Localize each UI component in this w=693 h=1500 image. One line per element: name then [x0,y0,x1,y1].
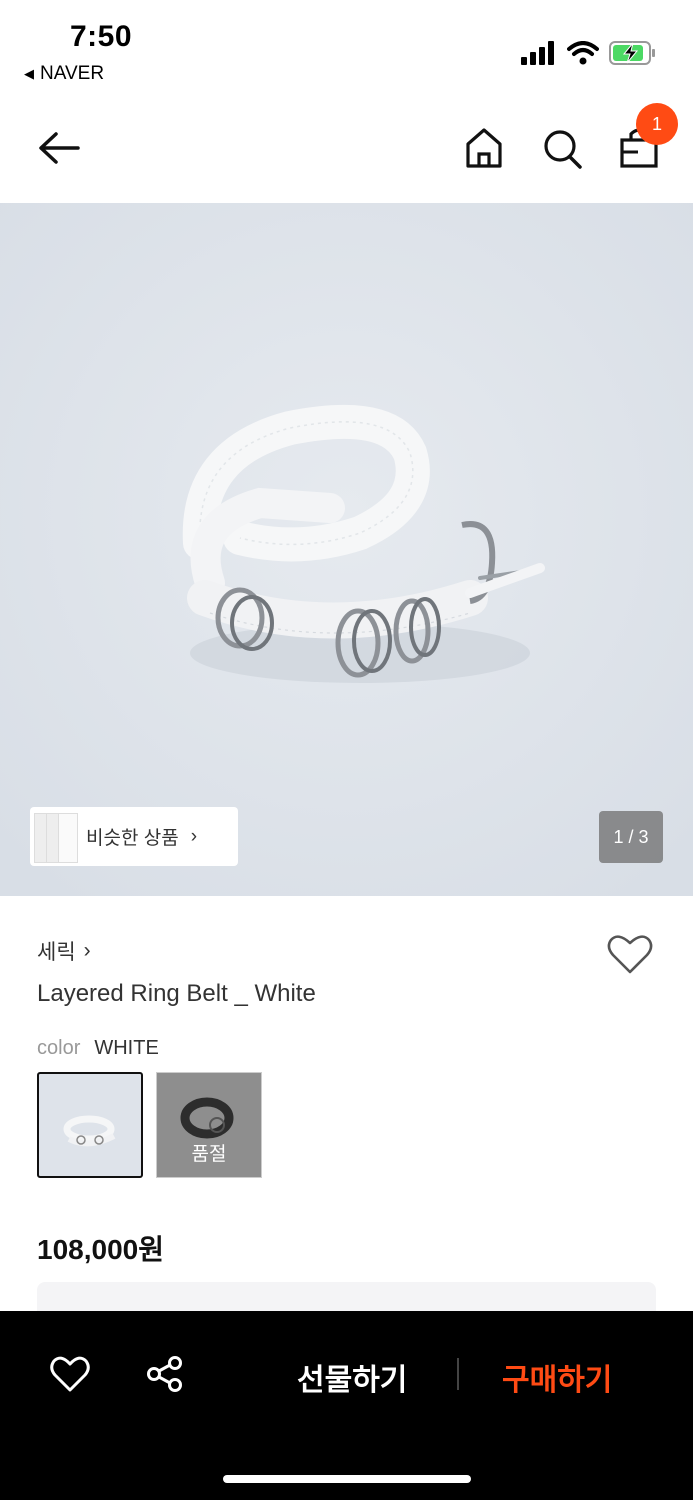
similar-thumbnails [30,807,86,866]
product-image-gallery[interactable]: 비슷한 상품 › 1 / 3 [0,203,693,896]
chevron-right-icon: › [83,939,91,962]
product-price: 108,000원 [37,1234,164,1265]
option-key: color [37,1037,81,1059]
status-bar: 7:50 ◀ NAVER [0,0,693,100]
top-nav [0,100,693,203]
swatch-image-white-belt [63,1115,116,1147]
chevron-right-icon: › [190,825,198,847]
color-swatch-black[interactable]: 품절 [156,1072,262,1178]
home-icon[interactable] [464,126,504,170]
heart-outline-icon[interactable] [606,932,654,976]
sold-out-label: 품절 [191,1144,227,1165]
search-icon[interactable] [541,126,583,170]
brand-link[interactable]: 세릭 › [37,936,91,966]
selected-option: color WHITE [37,1037,159,1060]
similar-thumb [58,813,78,863]
home-indicator [223,1475,471,1483]
gift-button[interactable]: 선물하기 [297,1355,407,1399]
similar-products-label: 비슷한 상품 [86,828,179,849]
status-icons [521,40,657,66]
divider [457,1358,459,1390]
battery-charging-icon [609,41,655,65]
share-icon[interactable] [146,1355,184,1393]
color-swatch-white[interactable] [37,1072,143,1178]
brand-name: 세릭 [37,941,76,964]
product-photo-belt [0,203,693,896]
wifi-icon [567,41,599,65]
status-time: 7:50 [70,20,133,53]
bottom-action-bar: 선물하기 구매하기 [0,1311,693,1500]
buy-button[interactable]: 구매하기 [502,1355,612,1399]
option-value: WHITE [94,1037,159,1059]
cart-count-badge: 1 [636,103,678,145]
back-triangle-icon: ◀ [24,66,34,81]
heart-icon[interactable] [50,1355,90,1393]
arrow-left-icon[interactable] [36,128,82,168]
image-pager: 1 / 3 [599,811,663,863]
back-app-label: NAVER [40,63,105,84]
product-title: Layered Ring Belt _ White [37,980,316,1007]
back-to-app-link[interactable]: ◀ NAVER [24,63,104,85]
similar-products-button[interactable]: 비슷한 상품 › [30,807,238,866]
signal-icon [521,41,554,65]
